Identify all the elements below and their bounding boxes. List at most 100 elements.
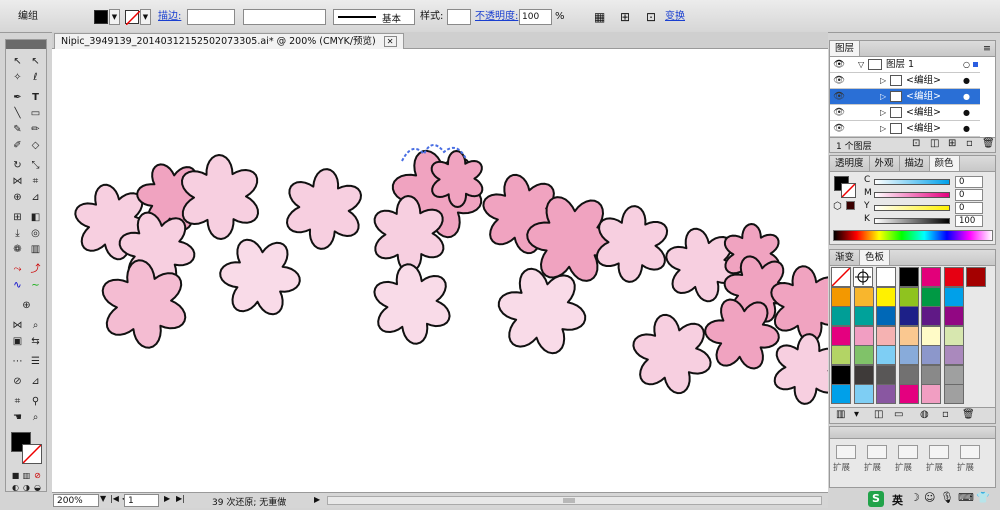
blob-brush-tool-icon[interactable]: ✐ xyxy=(9,138,26,153)
layer-row-group[interactable]: 👁 ▷ <编组> ● xyxy=(830,73,980,89)
hand-pan-tool-icon[interactable]: ☚ xyxy=(9,410,26,425)
flower-shape[interactable] xyxy=(632,313,712,395)
document-tab[interactable]: Nipic_3949139_20140312152502073305.ai* @… xyxy=(54,33,404,49)
flower-shape[interactable] xyxy=(497,267,587,355)
zoom-tool-icon[interactable]: ⌕ xyxy=(27,318,44,333)
direct-selection-tool-icon[interactable]: ↖ xyxy=(27,54,44,69)
color-swatch[interactable] xyxy=(921,286,941,307)
color-panel-tab[interactable]: 透明度 xyxy=(830,156,870,171)
shape-builder-tool-icon[interactable]: ⊕ xyxy=(9,190,26,205)
channel-value-input[interactable]: 0 xyxy=(955,189,983,201)
live-paint-selection-tool-icon[interactable]: ⊿ xyxy=(27,374,44,389)
layer-row[interactable]: 👁 ▽ 图层 1 ○ xyxy=(830,57,980,73)
new-sublayer-icon[interactable]: ⊞ xyxy=(948,138,956,149)
column-graph-tool-icon[interactable]: ▥ xyxy=(27,242,44,257)
expand-arrow-icon[interactable]: ▷ xyxy=(880,89,886,104)
rectangle-tool-icon[interactable]: ▭ xyxy=(27,106,44,121)
channel-slider[interactable] xyxy=(874,192,950,198)
color-swatch[interactable] xyxy=(898,286,919,307)
flower-shape[interactable] xyxy=(286,168,362,250)
mesh-tool-icon[interactable]: ⊞ xyxy=(9,210,26,225)
flower-shape[interactable] xyxy=(373,263,451,345)
show-swatch-kinds-icon[interactable]: ▾ xyxy=(854,409,859,420)
perspective-grid-tool-icon[interactable]: ⊿ xyxy=(27,190,44,205)
crop-tool-icon[interactable]: ⌗ xyxy=(9,394,26,409)
zoom-field[interactable]: 200% xyxy=(53,494,99,507)
color-swatch[interactable] xyxy=(853,286,874,307)
stroke-weight-input[interactable] xyxy=(187,9,235,25)
color-swatch[interactable] xyxy=(831,384,851,404)
print-tiling-tool-icon[interactable]: ▣ xyxy=(9,334,26,349)
new-color-group-icon[interactable]: ▭ xyxy=(894,409,903,420)
color-swatch[interactable] xyxy=(898,306,919,326)
lasso-tool-icon[interactable]: ℓ xyxy=(27,70,44,85)
color-swatch[interactable] xyxy=(876,384,896,404)
warp-tool-icon[interactable]: ∼ xyxy=(27,278,44,293)
line-tool-icon[interactable]: ╲ xyxy=(9,106,26,121)
color-swatch[interactable] xyxy=(853,306,874,326)
channel-value-input[interactable]: 100 xyxy=(955,215,983,227)
symbol-sprayer-tool-icon[interactable]: ❁ xyxy=(9,242,26,257)
expand-arrow-icon[interactable]: ▷ xyxy=(880,121,886,136)
color-spectrum-bar[interactable] xyxy=(833,230,993,241)
channel-slider[interactable] xyxy=(874,179,950,185)
layer-row-group[interactable]: 👁 ▷ <编组> ● xyxy=(830,121,980,137)
flower-shape[interactable] xyxy=(773,333,828,405)
new-swatch-icon[interactable]: ▫ xyxy=(942,409,949,420)
selection-tool-icon[interactable]: ↖ xyxy=(9,54,26,69)
expand-arrow-icon[interactable]: ▷ xyxy=(880,105,886,120)
brush-swatch[interactable] xyxy=(867,445,887,459)
color-swatch[interactable] xyxy=(943,384,964,404)
color-swatch[interactable] xyxy=(853,325,874,346)
gradient-tool-icon[interactable]: ◧ xyxy=(27,210,44,225)
swatch-library-icon[interactable]: ▥ xyxy=(836,409,845,420)
flower-shape[interactable] xyxy=(704,298,780,370)
swatches-panel-tab[interactable]: 色板 xyxy=(860,250,891,265)
status-menu-arrow[interactable]: ▶ xyxy=(314,495,320,504)
color-swatch[interactable] xyxy=(831,325,851,346)
visibility-eye-icon[interactable]: 👁 xyxy=(833,57,845,72)
color-swatch[interactable] xyxy=(876,306,896,326)
punctuation-moon-icon[interactable]: ☽ xyxy=(910,491,920,504)
new-layer-icon[interactable]: ▫ xyxy=(966,138,973,149)
color-swatch[interactable] xyxy=(853,364,874,385)
variable-width-profile[interactable] xyxy=(243,9,326,25)
color-stroke-swatch[interactable] xyxy=(841,183,856,198)
expand-chevron-icon[interactable]: ▽ xyxy=(858,57,864,72)
color-swatch[interactable] xyxy=(898,267,919,287)
graph-data-tool-icon[interactable]: ⋯ xyxy=(9,354,26,369)
transform-link[interactable]: 变换 xyxy=(665,10,685,24)
measure-tool-icon[interactable]: ⚲ xyxy=(27,394,44,409)
color-swatch[interactable] xyxy=(831,306,851,326)
color-swatch[interactable] xyxy=(921,345,941,365)
color-swatch[interactable] xyxy=(898,345,919,365)
color-swatch[interactable] xyxy=(831,345,851,365)
visibility-eye-icon[interactable]: 👁 xyxy=(833,121,845,136)
color-swatch[interactable] xyxy=(943,286,964,307)
ime-language-label[interactable]: 英 xyxy=(892,492,903,508)
target-circle-icon[interactable]: ● xyxy=(963,73,970,88)
color-swatch[interactable] xyxy=(921,306,941,326)
rotate-tool-icon[interactable]: ↻ xyxy=(9,158,26,173)
horizontal-scrollbar[interactable] xyxy=(327,496,822,505)
recolor-artwork-icon[interactable]: ▦ xyxy=(594,10,605,24)
skin-shirt-icon[interactable]: 👕 xyxy=(976,491,990,504)
color-swatch[interactable] xyxy=(943,345,964,365)
color-swatch[interactable] xyxy=(831,364,851,385)
tools-panel-grip[interactable] xyxy=(6,40,46,49)
artboard-tool-icon[interactable]: ⊕ xyxy=(18,298,35,313)
color-panel-tab[interactable]: 外观 xyxy=(870,156,900,171)
brush-swatch[interactable] xyxy=(898,445,918,459)
color-swatch[interactable] xyxy=(898,364,919,385)
target-circle-icon[interactable]: ○ xyxy=(963,57,970,72)
scissors-tool-icon[interactable]: ⤴ xyxy=(27,262,44,277)
target-circle-icon[interactable]: ● xyxy=(963,89,970,104)
visibility-eye-icon[interactable]: 👁 xyxy=(833,105,845,120)
brush-swatch[interactable] xyxy=(929,445,949,459)
knife-tool-icon[interactable]: ∿ xyxy=(9,278,26,293)
layers-tab[interactable]: 图层 xyxy=(830,41,861,56)
stroke-dropdown-arrow[interactable]: ▼ xyxy=(140,9,151,25)
brush-swatch[interactable] xyxy=(960,445,980,459)
color-swatch[interactable] xyxy=(943,306,964,326)
web-color-swatch[interactable] xyxy=(846,201,855,210)
